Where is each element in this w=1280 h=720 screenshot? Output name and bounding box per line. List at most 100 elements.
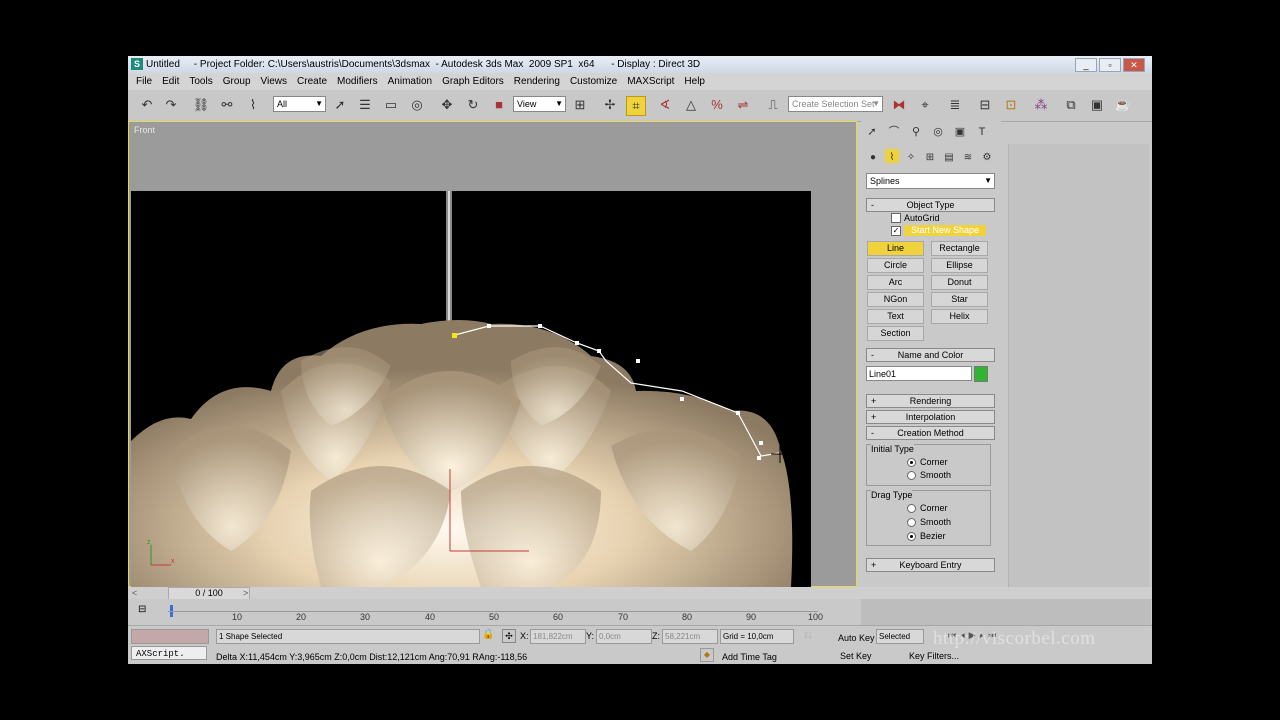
select-and-manipulate-icon[interactable]: ✢ xyxy=(601,96,619,114)
menu-modifiers[interactable]: Modifiers xyxy=(337,73,378,90)
minimize-button[interactable]: _ xyxy=(1075,58,1097,72)
time-configuration-icon[interactable]: ⎌ xyxy=(800,628,816,644)
time-tag-icon[interactable]: ◆ xyxy=(700,648,714,662)
snaps-toggle-icon[interactable]: ⌗ xyxy=(626,96,646,116)
line-button[interactable]: Line xyxy=(867,241,924,256)
edit-named-selection-icon[interactable]: ⇌ xyxy=(734,96,752,114)
object-type-rollout-header[interactable]: - Object Type xyxy=(866,198,995,212)
key-mode-selection-dropdown[interactable]: Selected xyxy=(876,629,924,644)
material-editor-icon[interactable]: ⁂ xyxy=(1032,96,1050,114)
pivot-center-icon[interactable]: ⊞ xyxy=(571,96,589,114)
mirror-tool-icon[interactable]: ⧓ xyxy=(890,96,908,114)
layer-manager-icon[interactable]: ≣ xyxy=(946,96,964,114)
mini-curve-editor-icon[interactable]: ⊟ xyxy=(138,604,152,616)
time-slider[interactable]: < 0 / 100 > xyxy=(128,587,1152,600)
text-button[interactable]: Text xyxy=(867,309,924,324)
curve-editor-icon[interactable]: ⊟ xyxy=(976,96,994,114)
shapes-icon[interactable]: ⌇ xyxy=(885,149,899,163)
absolute-mode-icon[interactable]: ✣ xyxy=(502,629,516,643)
window-crossing-icon[interactable]: ◎ xyxy=(408,96,426,114)
selection-filter-dropdown[interactable]: All ▼ xyxy=(273,96,326,112)
lock-selection-icon[interactable]: 🔒 xyxy=(482,629,494,640)
add-time-tag[interactable]: Add Time Tag xyxy=(722,652,777,662)
menu-maxscript[interactable]: MAXScript xyxy=(627,73,674,90)
x-coordinate-field[interactable]: 181,822cm xyxy=(530,629,586,644)
interpolation-rollout-header[interactable]: + Interpolation xyxy=(866,410,995,424)
schematic-view-icon[interactable]: ⊡ xyxy=(1002,96,1020,114)
percent-snap-icon[interactable]: △ xyxy=(682,96,700,114)
close-button[interactable]: ✕ xyxy=(1123,58,1145,72)
lights-icon[interactable]: ✧ xyxy=(904,149,918,163)
track-bar[interactable]: ⊟ 10 20 30 40 50 60 70 80 90 100 xyxy=(128,599,1152,625)
keyboard-entry-rollout-header[interactable]: + Keyboard Entry xyxy=(866,558,995,572)
quick-render-icon[interactable]: ☕ xyxy=(1114,96,1132,114)
drag-smooth-radio[interactable] xyxy=(907,518,916,527)
reference-coordinate-dropdown[interactable]: View ▼ xyxy=(513,96,566,112)
menu-customize[interactable]: Customize xyxy=(570,73,617,90)
helix-button[interactable]: Helix xyxy=(931,309,988,324)
named-selection-set-dropdown[interactable]: Create Selection Set ▼ xyxy=(788,96,883,112)
autogrid-checkbox[interactable] xyxy=(891,213,901,223)
menu-tools[interactable]: Tools xyxy=(189,73,212,90)
creation-method-rollout-header[interactable]: - Creation Method xyxy=(866,426,995,440)
maximize-button[interactable]: ▫ xyxy=(1099,58,1121,72)
render-setup-icon[interactable]: ⧉ xyxy=(1062,96,1080,114)
time-slider-prev-icon[interactable]: < xyxy=(132,588,137,598)
object-color-swatch[interactable] xyxy=(974,366,988,382)
utilities-tab-icon[interactable]: T xyxy=(974,123,990,139)
create-tab-icon[interactable]: ➚ xyxy=(864,123,880,139)
initial-corner-radio[interactable] xyxy=(907,458,916,467)
unlink-icon[interactable]: ⚯ xyxy=(218,96,236,114)
drag-bezier-radio[interactable] xyxy=(907,532,916,541)
bind-space-warp-icon[interactable]: ⌇ xyxy=(244,96,262,114)
select-link-icon[interactable]: ⛓ xyxy=(192,96,210,114)
space-warps-icon[interactable]: ≋ xyxy=(961,149,975,163)
mirror-icon[interactable]: ⎍ xyxy=(764,96,782,114)
helpers-icon[interactable]: ▤ xyxy=(942,149,956,163)
ellipse-button[interactable]: Ellipse xyxy=(931,258,988,273)
menu-group[interactable]: Group xyxy=(223,73,251,90)
move-icon[interactable]: ✥ xyxy=(438,96,456,114)
menu-views[interactable]: Views xyxy=(261,73,288,90)
maxscript-mini-input[interactable]: AXScript. xyxy=(131,646,207,660)
menu-animation[interactable]: Animation xyxy=(388,73,432,90)
set-key-label[interactable]: Set Key xyxy=(840,651,872,661)
rectangle-button[interactable]: Rectangle xyxy=(931,241,988,256)
object-name-input[interactable] xyxy=(866,366,972,381)
arc-button[interactable]: Arc xyxy=(867,275,924,290)
name-and-color-rollout-header[interactable]: - Name and Color xyxy=(866,348,995,362)
systems-icon[interactable]: ⚙ xyxy=(980,149,994,163)
display-tab-icon[interactable]: ▣ xyxy=(952,123,968,139)
auto-key-label[interactable]: Auto Key xyxy=(838,633,875,643)
rotate-icon[interactable]: ↻ xyxy=(464,96,482,114)
select-by-name-icon[interactable]: ☰ xyxy=(356,96,374,114)
rectangular-selection-icon[interactable]: ▭ xyxy=(382,96,400,114)
viewport-label[interactable]: Front xyxy=(134,125,155,135)
front-viewport[interactable]: Front z x xyxy=(128,121,857,587)
scale-icon[interactable]: ■ xyxy=(490,96,508,114)
drag-corner-radio[interactable] xyxy=(907,504,916,513)
rendering-rollout-header[interactable]: + Rendering xyxy=(866,394,995,408)
motion-tab-icon[interactable]: ◎ xyxy=(930,123,946,139)
menu-help[interactable]: Help xyxy=(684,73,705,90)
section-button[interactable]: Section xyxy=(867,326,924,341)
start-new-shape-label[interactable]: Start New Shape xyxy=(904,225,986,236)
z-coordinate-field[interactable]: 58,221cm xyxy=(662,629,718,644)
start-new-shape-checkbox[interactable]: ✓ xyxy=(891,226,901,236)
menu-create[interactable]: Create xyxy=(297,73,327,90)
ngon-button[interactable]: NGon xyxy=(867,292,924,307)
select-object-icon[interactable]: ➚ xyxy=(331,96,349,114)
hierarchy-tab-icon[interactable]: ⚲ xyxy=(908,123,924,139)
category-dropdown[interactable]: Splines ▼ xyxy=(866,173,995,189)
cameras-icon[interactable]: ⊞ xyxy=(923,149,937,163)
time-slider-next-icon[interactable]: > xyxy=(243,588,248,598)
redo-icon[interactable]: ↷ xyxy=(162,96,180,114)
rendered-frame-window-icon[interactable]: ▣ xyxy=(1088,96,1106,114)
spinner-snap-icon[interactable]: % xyxy=(708,96,726,114)
maxscript-listener-mini[interactable] xyxy=(131,629,209,644)
align-icon[interactable]: ⌖ xyxy=(916,96,934,114)
donut-button[interactable]: Donut xyxy=(931,275,988,290)
menu-file[interactable]: File xyxy=(136,73,152,90)
menu-rendering[interactable]: Rendering xyxy=(514,73,560,90)
star-button[interactable]: Star xyxy=(931,292,988,307)
